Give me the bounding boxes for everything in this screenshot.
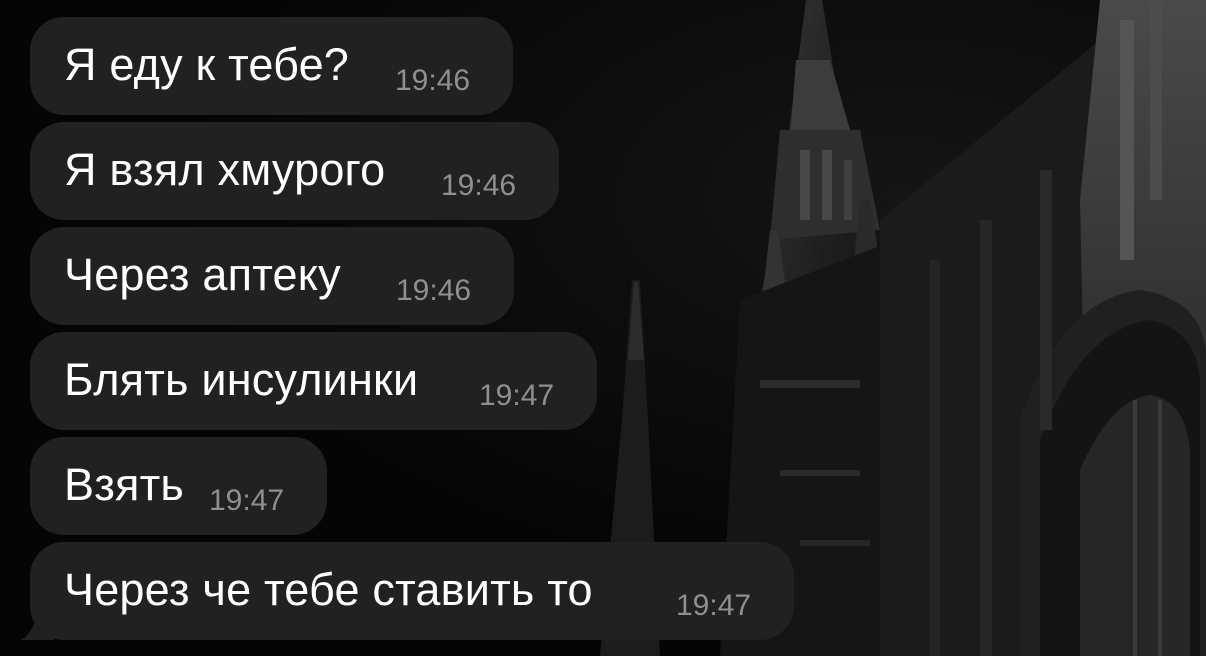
message-text: Блять инсулинки — [64, 354, 419, 405]
message-text: Взять — [64, 459, 185, 510]
message-text: Через че тебе ставить то — [64, 564, 593, 615]
message-timestamp: 19:46 — [441, 169, 517, 202]
message-bubble[interactable]: Я еду к тебе? 19:46 — [30, 17, 513, 115]
message-text: Я еду к тебе? — [64, 39, 350, 90]
message-timestamp: 19:47 — [676, 589, 752, 622]
message-bubble[interactable]: Взять 19:47 — [30, 437, 327, 535]
chat-screen: Я еду к тебе? 19:46 Я взял хмурого 19:46… — [0, 0, 1206, 656]
message-bubble[interactable]: Через че тебе ставить то 19:47 — [30, 542, 794, 640]
message-bubble[interactable]: Через аптеку 19:46 — [30, 227, 514, 325]
message-text: Я взял хмурого — [64, 144, 386, 195]
message-bubble[interactable]: Блять инсулинки 19:47 — [30, 332, 597, 430]
message-timestamp: 19:46 — [395, 64, 471, 97]
message-list: Я еду к тебе? 19:46 Я взял хмурого 19:46… — [0, 0, 1206, 656]
message-bubble[interactable]: Я взял хмурого 19:46 — [30, 122, 559, 220]
message-text: Через аптеку — [64, 249, 341, 300]
message-timestamp: 19:46 — [396, 274, 472, 307]
message-timestamp: 19:47 — [209, 484, 285, 517]
message-timestamp: 19:47 — [479, 379, 555, 412]
